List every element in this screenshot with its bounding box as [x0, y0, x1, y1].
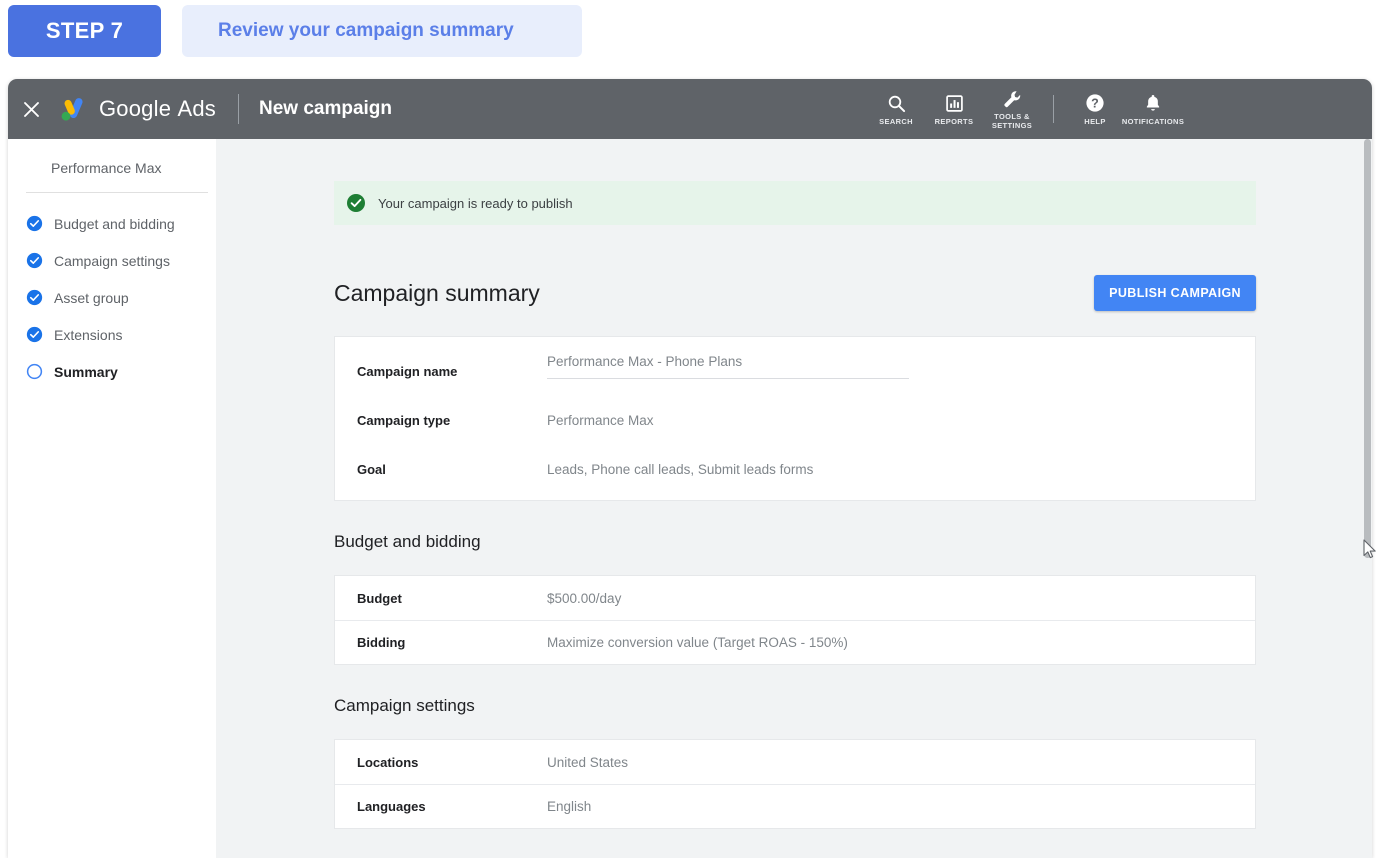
search-label: SEARCH: [879, 117, 913, 126]
reports-button[interactable]: REPORTS: [925, 79, 983, 139]
table-row: Bidding Maximize conversion value (Targe…: [335, 620, 1255, 664]
campaign-settings-card: Locations United States Languages Englis…: [334, 739, 1256, 829]
empty-circle-icon: [26, 363, 43, 380]
row-value: Maximize conversion value (Target ROAS -…: [547, 635, 848, 650]
table-row: Goal Leads, Phone call leads, Submit lea…: [335, 445, 1255, 500]
check-circle-icon: [346, 193, 366, 213]
table-row: Campaign type Performance Max: [335, 395, 1255, 445]
sidebar: Performance Max Budget and bidding Campa…: [8, 139, 216, 858]
row-label: Campaign type: [357, 413, 547, 428]
row-value: United States: [547, 755, 628, 770]
bar-chart-icon: [945, 93, 964, 114]
step-title-label: Review your campaign summary: [218, 20, 514, 42]
check-circle-icon: [26, 252, 43, 269]
sidebar-item-label: Asset group: [54, 290, 129, 306]
brand[interactable]: Google Ads: [58, 96, 216, 122]
sidebar-divider: [26, 192, 208, 193]
table-row: Locations United States: [335, 740, 1255, 784]
step-banner: STEP 7 Review your campaign summary: [0, 0, 1382, 74]
topbar-actions: SEARCH REPORTS: [867, 79, 1372, 139]
topbar-divider: [238, 94, 239, 124]
row-label: Languages: [357, 799, 547, 814]
summary-title: Campaign summary: [334, 280, 540, 307]
section-title-budget: Budget and bidding: [334, 532, 1256, 552]
row-label: Bidding: [357, 635, 547, 650]
help-circle-icon: ?: [1085, 93, 1105, 114]
app-window: Google Ads New campaign SEARCH: [8, 79, 1372, 858]
banner-text: Your campaign is ready to publish: [378, 196, 573, 211]
reports-label: REPORTS: [935, 117, 974, 126]
sidebar-item-summary[interactable]: Summary: [8, 353, 216, 390]
screenshot-root: STEP 7 Review your campaign summary Goog…: [0, 0, 1382, 858]
sidebar-item-extensions[interactable]: Extensions: [8, 316, 216, 353]
sidebar-item-label: Budget and bidding: [54, 216, 175, 232]
help-label: HELP: [1084, 117, 1105, 126]
sidebar-item-label: Summary: [54, 364, 118, 380]
brand-name: Google Ads: [99, 96, 216, 122]
search-button[interactable]: SEARCH: [867, 79, 925, 139]
campaign-name-field[interactable]: Performance Max - Phone Plans: [547, 354, 909, 379]
row-label: Campaign name: [357, 354, 547, 379]
app-topbar: Google Ads New campaign SEARCH: [8, 79, 1372, 139]
brand-ads-label: Ads: [177, 96, 216, 121]
sidebar-item-asset-group[interactable]: Asset group: [8, 279, 216, 316]
check-circle-icon: [26, 326, 43, 343]
help-button[interactable]: ? HELP: [1066, 79, 1124, 139]
summary-header: Campaign summary PUBLISH CAMPAIGN: [334, 273, 1256, 313]
campaign-details-card: Campaign name Performance Max - Phone Pl…: [334, 336, 1256, 501]
row-value: English: [547, 799, 591, 814]
row-label: Budget: [357, 591, 547, 606]
publish-campaign-button[interactable]: PUBLISH CAMPAIGN: [1094, 275, 1256, 311]
scrollbar-thumb[interactable]: [1364, 139, 1371, 558]
table-row: Campaign name Performance Max - Phone Pl…: [335, 337, 1255, 395]
svg-text:?: ?: [1091, 97, 1099, 111]
tools-settings-label: TOOLS & SETTINGS: [992, 112, 1032, 130]
notifications-button[interactable]: NOTIFICATIONS: [1124, 79, 1182, 139]
sidebar-header: Performance Max: [8, 151, 216, 192]
close-button[interactable]: [8, 79, 54, 139]
search-icon: [887, 93, 906, 114]
bell-icon: [1143, 93, 1163, 114]
google-ads-logo-icon: [58, 96, 88, 122]
table-row: Budget $500.00/day: [335, 576, 1255, 620]
mouse-cursor: [1363, 539, 1379, 561]
main-content: Your campaign is ready to publish Campai…: [216, 139, 1372, 858]
ready-to-publish-banner: Your campaign is ready to publish: [334, 181, 1256, 225]
row-value: Performance Max: [547, 413, 654, 428]
content-scrollbar[interactable]: [1363, 139, 1372, 858]
step-title-box: Review your campaign summary: [182, 5, 582, 57]
sidebar-item-budget-and-bidding[interactable]: Budget and bidding: [8, 205, 216, 242]
step-number-label: STEP 7: [46, 18, 123, 44]
row-value: $500.00/day: [547, 591, 621, 606]
sidebar-item-campaign-settings[interactable]: Campaign settings: [8, 242, 216, 279]
topbar-actions-divider: [1053, 95, 1054, 123]
brand-google-label: Google: [99, 96, 171, 121]
check-circle-icon: [26, 289, 43, 306]
app-body: Performance Max Budget and bidding Campa…: [8, 139, 1372, 858]
section-title-campaign-settings: Campaign settings: [334, 696, 1256, 716]
close-icon: [22, 100, 41, 119]
sidebar-item-label: Extensions: [54, 327, 122, 343]
wrench-icon: [1002, 88, 1022, 109]
step-number-chip: STEP 7: [8, 5, 161, 57]
tools-settings-button[interactable]: TOOLS & SETTINGS: [983, 79, 1041, 139]
sidebar-item-label: Campaign settings: [54, 253, 170, 269]
row-value: Leads, Phone call leads, Submit leads fo…: [547, 462, 813, 477]
check-circle-icon: [26, 215, 43, 232]
table-row: Languages English: [335, 784, 1255, 828]
page-title: New campaign: [259, 98, 392, 120]
row-label: Goal: [357, 462, 547, 477]
notifications-label: NOTIFICATIONS: [1122, 117, 1184, 126]
row-label: Locations: [357, 755, 547, 770]
budget-card: Budget $500.00/day Bidding Maximize conv…: [334, 575, 1256, 665]
